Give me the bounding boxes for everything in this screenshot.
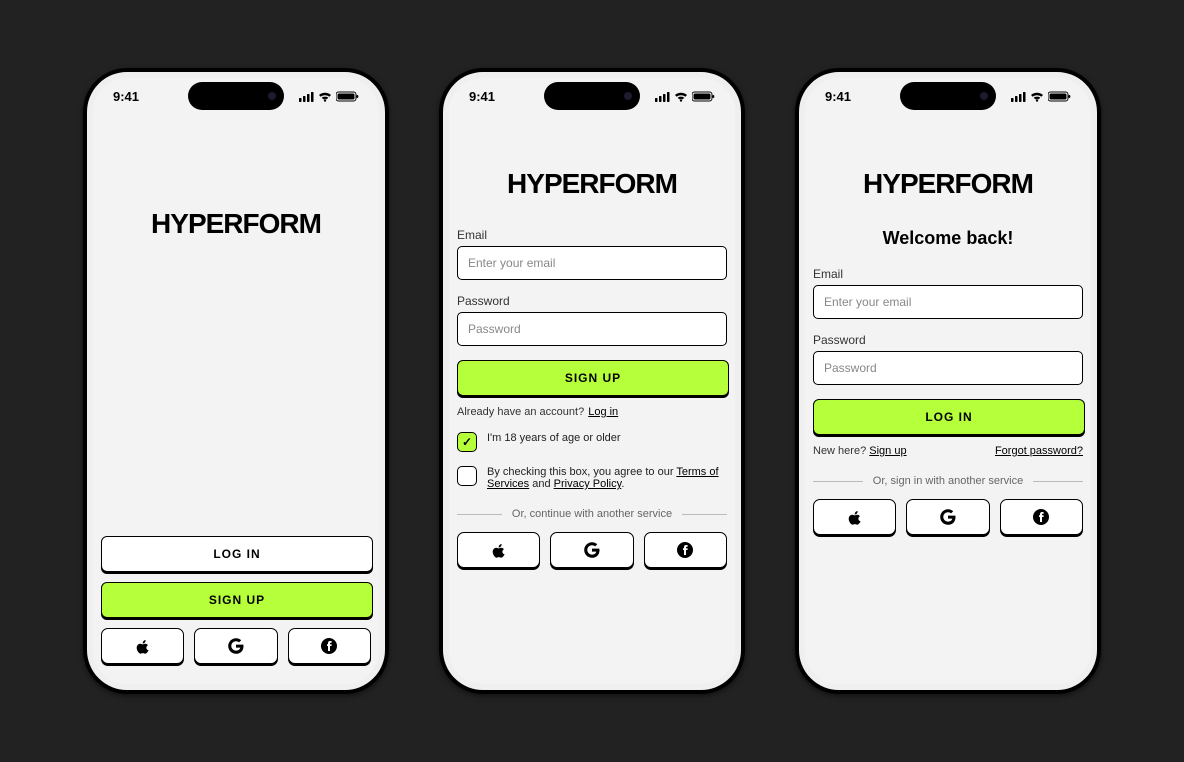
apple-icon <box>847 509 863 525</box>
forgot-password-link[interactable]: Forgot password? <box>995 445 1083 457</box>
password-label: Password <box>813 333 1083 347</box>
brand-logo: HYPERFORM <box>101 208 371 240</box>
terms-checkbox[interactable] <box>457 466 477 486</box>
cellular-icon <box>655 91 670 102</box>
email-field[interactable] <box>457 246 727 280</box>
google-signin-button[interactable] <box>906 499 989 535</box>
apple-signin-button[interactable] <box>813 499 896 535</box>
email-label: Email <box>457 228 727 242</box>
status-bar: 9:41 <box>443 82 741 110</box>
facebook-signin-button[interactable] <box>1000 499 1083 535</box>
phone-signup: 9:41 HYPERFORM Email Password SIGN UP Al… <box>439 68 745 694</box>
facebook-signin-button[interactable] <box>644 532 727 568</box>
password-field[interactable] <box>813 351 1083 385</box>
cellular-icon <box>1011 91 1026 102</box>
cellular-icon <box>299 91 314 102</box>
social-divider: Or, sign in with another service <box>813 475 1083 487</box>
password-field[interactable] <box>457 312 727 346</box>
google-icon <box>584 542 600 558</box>
password-label: Password <box>457 294 727 308</box>
login-button[interactable]: LOG IN <box>813 399 1085 435</box>
age-checkbox[interactable] <box>457 432 477 452</box>
wifi-icon <box>674 91 688 102</box>
email-label: Email <box>813 267 1083 281</box>
google-signin-button[interactable] <box>550 532 633 568</box>
battery-icon <box>336 91 359 102</box>
apple-icon <box>491 542 507 558</box>
wifi-icon <box>1030 91 1044 102</box>
login-link[interactable]: Log in <box>588 406 618 418</box>
facebook-icon <box>1033 509 1049 525</box>
phone-landing: 9:41 HYPERFORM LOG IN SIGN UP <box>83 68 389 694</box>
signup-button[interactable]: SIGN UP <box>457 360 729 396</box>
status-time: 9:41 <box>469 89 495 104</box>
google-signin-button[interactable] <box>194 628 277 664</box>
apple-signin-button[interactable] <box>101 628 184 664</box>
status-time: 9:41 <box>113 89 139 104</box>
battery-icon <box>1048 91 1071 102</box>
google-icon <box>228 638 244 654</box>
already-have-account-text: Already have an account? <box>457 406 584 418</box>
login-button[interactable]: LOG IN <box>101 536 373 572</box>
status-bar: 9:41 <box>799 82 1097 110</box>
terms-checkbox-label: By checking this box, you agree to our T… <box>487 466 727 490</box>
age-checkbox-label: I'm 18 years of age or older <box>487 432 621 444</box>
facebook-signin-button[interactable] <box>288 628 371 664</box>
status-time: 9:41 <box>825 89 851 104</box>
brand-logo: HYPERFORM <box>813 168 1083 200</box>
signup-link[interactable]: Sign up <box>869 445 906 457</box>
privacy-link[interactable]: Privacy Policy <box>554 478 622 490</box>
facebook-icon <box>677 542 693 558</box>
welcome-title: Welcome back! <box>813 228 1083 249</box>
brand-logo: HYPERFORM <box>457 168 727 200</box>
status-bar: 9:41 <box>87 82 385 110</box>
email-field[interactable] <box>813 285 1083 319</box>
battery-icon <box>692 91 715 102</box>
phone-login: 9:41 HYPERFORM Welcome back! Email Passw… <box>795 68 1101 694</box>
facebook-icon <box>321 638 337 654</box>
signup-button[interactable]: SIGN UP <box>101 582 373 618</box>
new-here-text: New here? <box>813 445 866 457</box>
apple-signin-button[interactable] <box>457 532 540 568</box>
google-icon <box>940 509 956 525</box>
apple-icon <box>135 638 151 654</box>
wifi-icon <box>318 91 332 102</box>
social-divider: Or, continue with another service <box>457 508 727 520</box>
